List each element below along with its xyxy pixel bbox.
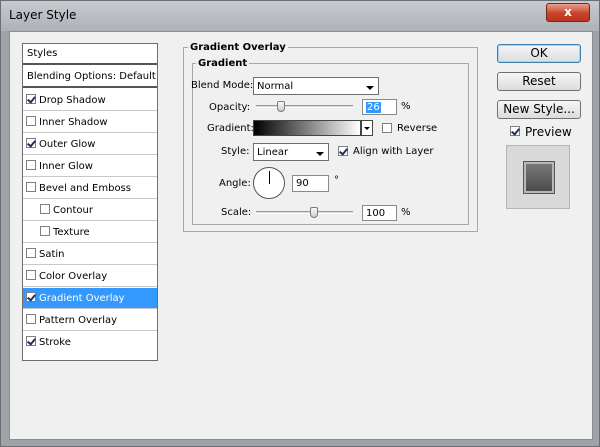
ok-button[interactable]: OK [497,44,581,63]
blend-mode-dropdown[interactable]: Normal [253,77,379,95]
pattern-overlay-checkbox[interactable] [26,314,36,324]
style-item-satin[interactable]: Satin [23,244,157,265]
style-dropdown[interactable]: Linear [253,143,329,161]
style-preview [506,145,570,209]
reset-button[interactable]: Reset [497,72,581,91]
window-title: Layer Style [9,8,77,22]
angle-label: Angle: [219,178,251,189]
blend-mode-label: Blend Mode: [191,80,254,91]
opacity-label: Opacity: [209,102,251,113]
styles-list: Styles Blending Options: Default Drop Sh… [22,43,158,361]
style-item-outer-glow[interactable]: Outer Glow [23,134,157,155]
new-style-button[interactable]: New Style... [497,100,581,119]
style-item-drop-shadow[interactable]: Drop Shadow [23,90,157,111]
scale-unit: % [401,207,411,218]
drop-shadow-checkbox[interactable] [26,94,36,104]
gradient-overlay-checkbox[interactable] [26,292,36,302]
gradient-subgroup-title: Gradient [196,58,250,69]
preview-label: Preview [525,125,572,139]
style-item-texture[interactable]: Texture [23,222,157,243]
angle-dial-hand [269,171,270,184]
bevel-emboss-checkbox[interactable] [26,182,36,192]
style-value: Linear [257,147,289,158]
reverse-checkbox[interactable] [382,123,392,133]
angle-input[interactable]: 90 [292,175,329,192]
preview-checkbox[interactable] [510,126,520,136]
chevron-down-icon [316,152,324,156]
gradient-picker[interactable] [253,120,361,136]
scale-slider-thumb[interactable] [310,207,319,218]
style-item-color-overlay[interactable]: Color Overlay [23,266,157,287]
angle-unit: ° [334,175,339,186]
stroke-checkbox[interactable] [26,336,36,346]
style-item-stroke[interactable]: Stroke [23,332,157,353]
blending-options-item[interactable]: Blending Options: Default [23,67,157,88]
color-overlay-checkbox[interactable] [26,270,36,280]
gradient-label: Gradient: [207,123,254,134]
opacity-unit: % [401,101,411,112]
style-item-inner-glow[interactable]: Inner Glow [23,156,157,177]
angle-dial[interactable] [253,167,285,199]
inner-shadow-checkbox[interactable] [26,116,36,126]
scale-input[interactable]: 100 [362,205,397,221]
contour-checkbox[interactable] [40,204,50,214]
opacity-input[interactable]: 26 [362,99,397,115]
title-bar[interactable]: Layer Style x [1,1,599,31]
satin-checkbox[interactable] [26,248,36,258]
style-label: Style: [221,146,250,157]
texture-checkbox[interactable] [40,226,50,236]
align-with-layer-label: Align with Layer [353,146,434,157]
blend-mode-value: Normal [257,81,294,92]
layer-style-window: Layer Style x Styles Blending Options: D… [0,0,600,447]
gradient-overlay-title: Gradient Overlay [188,42,288,53]
opacity-slider-track[interactable] [256,105,353,108]
preview-swatch [523,161,555,194]
reverse-label: Reverse [397,123,438,134]
inner-glow-checkbox[interactable] [26,160,36,170]
style-item-bevel-emboss[interactable]: Bevel and Emboss [23,178,157,199]
style-item-inner-shadow[interactable]: Inner Shadow [23,112,157,133]
chevron-down-icon [366,86,374,90]
style-item-contour[interactable]: Contour [23,200,157,221]
close-button[interactable]: x [546,3,590,22]
styles-header[interactable]: Styles [23,44,157,65]
gradient-picker-dropdown[interactable] [361,120,373,136]
style-item-gradient-overlay[interactable]: Gradient Overlay [23,288,157,309]
scale-label: Scale: [221,207,252,218]
opacity-slider-thumb[interactable] [277,101,286,112]
scale-slider-track[interactable] [256,211,353,214]
style-item-pattern-overlay[interactable]: Pattern Overlay [23,310,157,331]
align-with-layer-checkbox[interactable] [338,146,348,156]
outer-glow-checkbox[interactable] [26,138,36,148]
